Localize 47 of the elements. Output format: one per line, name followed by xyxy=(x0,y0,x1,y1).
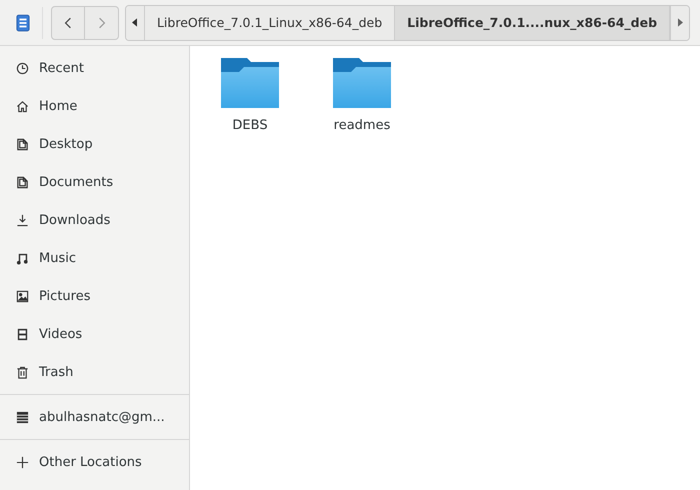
sidebar-item[interactable]: Music xyxy=(0,239,189,277)
plus-icon xyxy=(16,456,29,468)
sidebar-item[interactable]: Recent xyxy=(0,49,189,87)
sidebar-label: Downloads xyxy=(39,212,110,228)
sidebar-item[interactable]: Trash xyxy=(0,353,189,391)
sidebar-item[interactable]: Desktop xyxy=(0,125,189,163)
folder-icon xyxy=(221,56,279,108)
document-icon xyxy=(16,176,29,188)
triangle-left-icon xyxy=(132,18,138,27)
sidebar-label: Recent xyxy=(39,60,84,76)
sidebar-item[interactable]: Other Locations xyxy=(0,443,189,481)
scroll-right-button[interactable] xyxy=(670,6,689,40)
sidebar-label: Trash xyxy=(39,364,74,380)
sidebar-item[interactable]: Videos xyxy=(0,315,189,353)
sidebar-item[interactable]: Pictures xyxy=(0,277,189,315)
sidebar-label: Home xyxy=(39,98,78,114)
film-icon xyxy=(16,328,29,340)
sidebar-label: Videos xyxy=(39,326,82,342)
path-segment[interactable]: LibreOffice_7.0.1....nux_x86-64_deb xyxy=(395,6,670,40)
music-icon xyxy=(16,252,29,264)
sidebar-item[interactable]: Documents xyxy=(0,163,189,201)
home-icon xyxy=(16,100,29,112)
sidebar-label: Pictures xyxy=(39,288,90,304)
folder-name: DEBS xyxy=(232,118,268,133)
sidebar-item[interactable]: Downloads xyxy=(0,201,189,239)
document-icon xyxy=(16,138,29,150)
folder-icon xyxy=(333,56,391,108)
sidebar-label: Music xyxy=(39,250,76,266)
trash-icon xyxy=(16,366,29,378)
folder-item[interactable]: readmes xyxy=(332,56,392,133)
app-icon[interactable] xyxy=(16,14,30,32)
sidebar-label: Other Locations xyxy=(39,454,142,470)
sidebar-label: Desktop xyxy=(39,136,93,152)
sidebar-item[interactable]: Home xyxy=(0,87,189,125)
image-icon xyxy=(16,290,29,302)
sidebar-item[interactable]: abulhasnatc@gm... xyxy=(0,398,189,436)
chevron-right-icon xyxy=(98,16,106,28)
sidebar-label: abulhasnatc@gm... xyxy=(39,410,165,424)
sidebar-label: Documents xyxy=(39,174,114,190)
download-icon xyxy=(16,214,29,226)
folder-item[interactable]: DEBS xyxy=(220,56,280,133)
chevron-left-icon xyxy=(64,16,72,28)
triangle-right-icon xyxy=(678,18,683,27)
folder-name: readmes xyxy=(334,118,390,133)
scroll-left-button[interactable] xyxy=(126,6,145,40)
clock-icon xyxy=(16,62,29,74)
drive-icon xyxy=(16,410,29,424)
